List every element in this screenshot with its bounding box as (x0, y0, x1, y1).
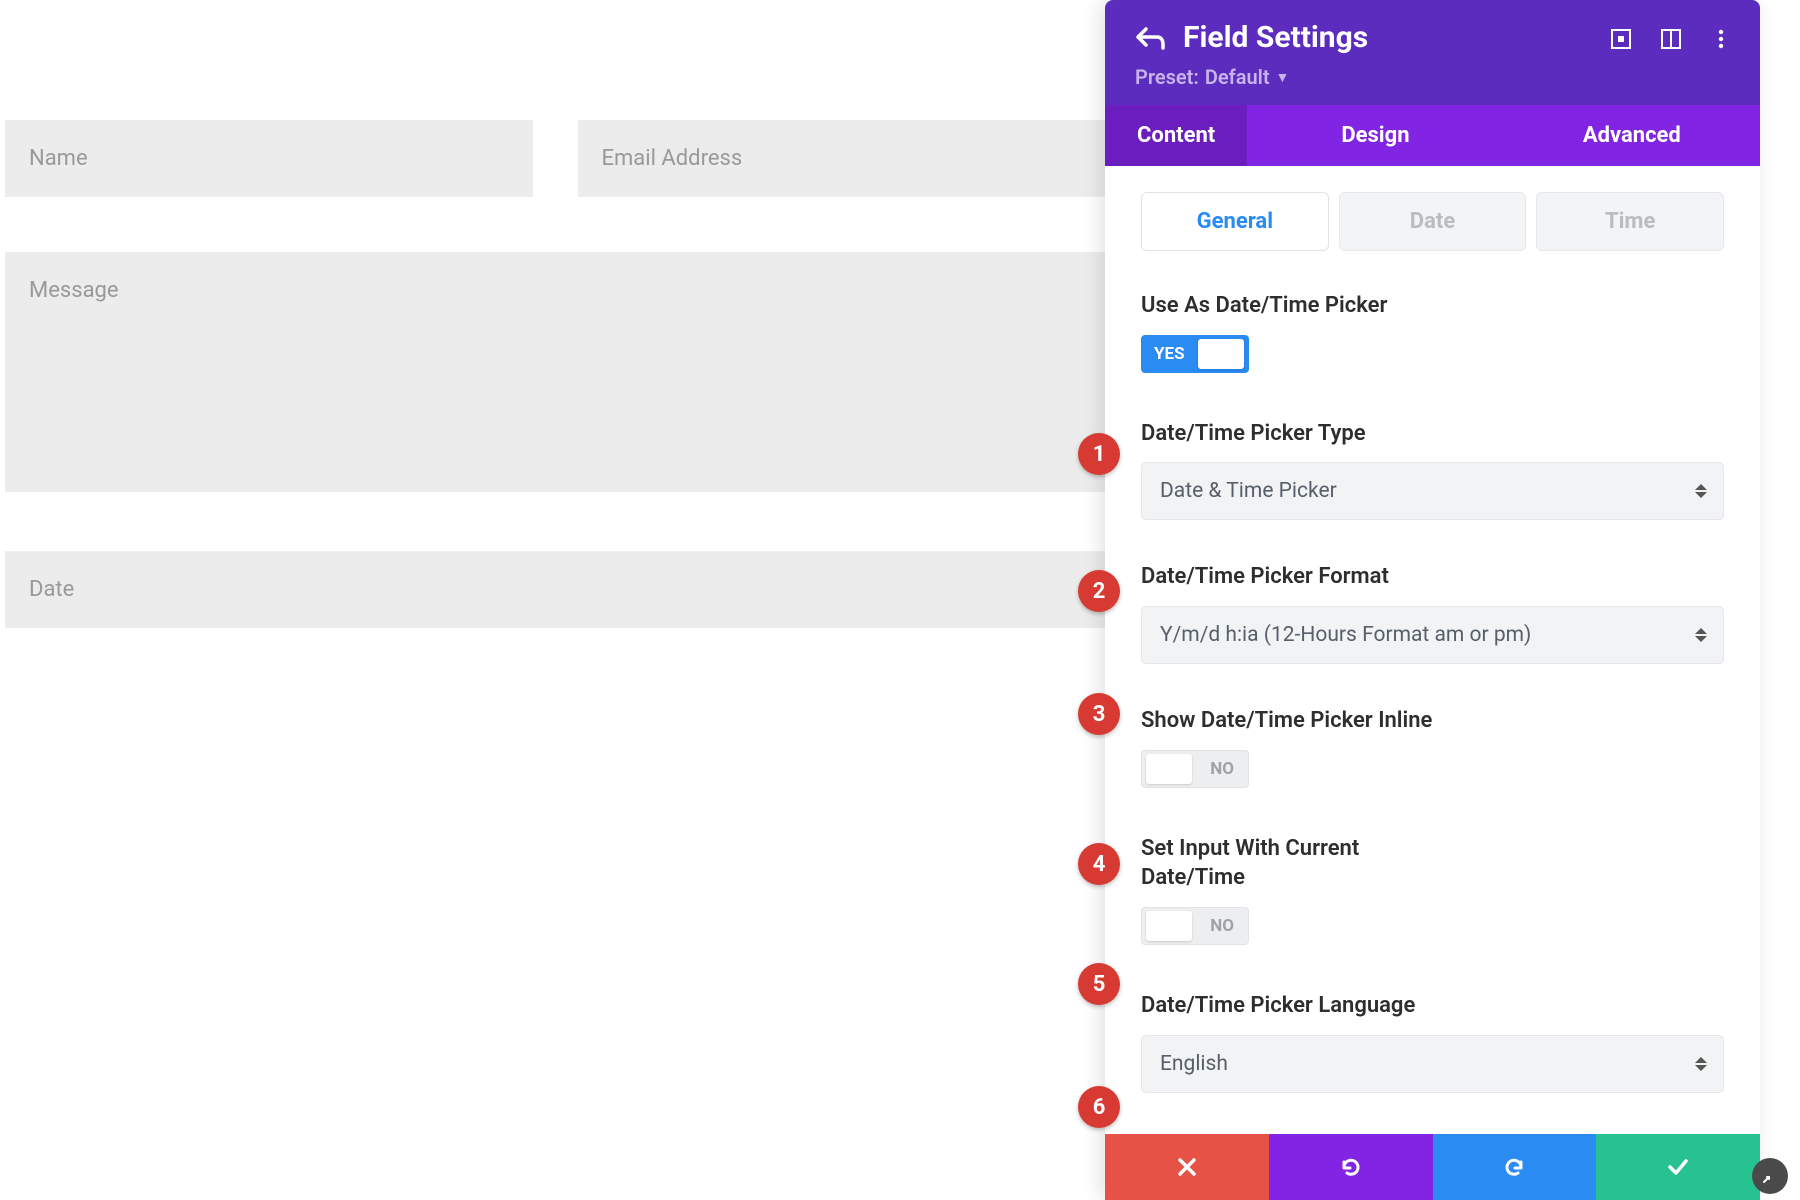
field-settings-panel: Field Settings Preset: Default ▼ Content… (1105, 0, 1760, 1200)
name-field[interactable] (5, 120, 533, 197)
annotation-badge-3: 3 (1078, 693, 1120, 735)
setting-label: Show Date/Time Picker Inline (1141, 706, 1441, 736)
toggle-current-datetime[interactable]: NO (1141, 907, 1249, 945)
toggle-knob (1146, 754, 1192, 784)
toggle-knob (1146, 911, 1192, 941)
select-caret-icon (1695, 484, 1707, 498)
subtab-general[interactable]: General (1141, 192, 1329, 251)
preset-label: Preset: (1135, 65, 1199, 89)
undo-button[interactable] (1269, 1134, 1433, 1200)
setting-use-picker: Use As Date/Time Picker YES (1141, 291, 1724, 377)
subtab-date[interactable]: Date (1339, 192, 1527, 251)
form-preview (0, 0, 1105, 628)
setting-picker-format: Date/Time Picker Format Y/m/d h:ia (12-H… (1141, 562, 1724, 664)
setting-label: Date/Time Picker Language (1141, 991, 1441, 1021)
help-fab[interactable] (1752, 1158, 1788, 1194)
preset-selector[interactable]: Preset: Default ▼ (1135, 65, 1730, 89)
select-caret-icon (1695, 1057, 1707, 1071)
tab-design[interactable]: Design (1247, 105, 1503, 166)
toggle-use-picker[interactable]: YES (1141, 335, 1249, 373)
sub-tabs: General Date Time (1141, 192, 1724, 251)
select-language[interactable]: English (1141, 1035, 1724, 1093)
close-button[interactable] (1105, 1134, 1269, 1200)
panel-body[interactable]: General Date Time Use As Date/Time Picke… (1105, 166, 1760, 1134)
select-caret-icon (1695, 628, 1707, 642)
panel-header: Field Settings Preset: Default ▼ (1105, 0, 1760, 105)
panel-title: Field Settings (1183, 20, 1368, 55)
message-field[interactable] (5, 252, 1105, 492)
email-field[interactable] (578, 120, 1106, 197)
setting-label: Set Input With Current Date/Time (1141, 834, 1441, 893)
main-tabs: Content Design Advanced (1105, 105, 1760, 166)
toggle-knob (1198, 339, 1244, 369)
setting-label: Use As Date/Time Picker (1141, 291, 1441, 321)
setting-picker-type: Date/Time Picker Type Date & Time Picker (1141, 419, 1724, 521)
preset-value: Default (1205, 65, 1270, 89)
panel-footer (1105, 1134, 1760, 1200)
date-field[interactable] (5, 551, 1105, 628)
annotation-badge-5: 5 (1078, 963, 1120, 1005)
setting-language: Date/Time Picker Language English (1141, 991, 1724, 1093)
subtab-time[interactable]: Time (1536, 192, 1724, 251)
setting-show-inline: Show Date/Time Picker Inline NO (1141, 706, 1724, 792)
setting-label: Date/Time Picker Format (1141, 562, 1441, 592)
select-picker-type[interactable]: Date & Time Picker (1141, 462, 1724, 520)
more-icon[interactable] (1710, 28, 1732, 50)
back-icon[interactable] (1135, 23, 1165, 53)
setting-current-datetime: Set Input With Current Date/Time NO (1141, 834, 1724, 949)
chevron-down-icon: ▼ (1276, 69, 1290, 86)
tab-content[interactable]: Content (1105, 105, 1247, 166)
columns-icon[interactable] (1660, 28, 1682, 50)
redo-button[interactable] (1433, 1134, 1597, 1200)
tab-advanced[interactable]: Advanced (1504, 105, 1760, 166)
annotation-badge-2: 2 (1078, 570, 1120, 612)
toggle-show-inline[interactable]: NO (1141, 750, 1249, 788)
setting-label: Date/Time Picker Type (1141, 419, 1441, 449)
annotation-badge-1: 1 (1078, 433, 1120, 475)
annotation-badge-6: 6 (1078, 1086, 1120, 1128)
expand-icon[interactable] (1610, 28, 1632, 50)
select-picker-format[interactable]: Y/m/d h:ia (12-Hours Format am or pm) (1141, 606, 1724, 664)
save-button[interactable] (1596, 1134, 1760, 1200)
annotation-badge-4: 4 (1078, 843, 1120, 885)
